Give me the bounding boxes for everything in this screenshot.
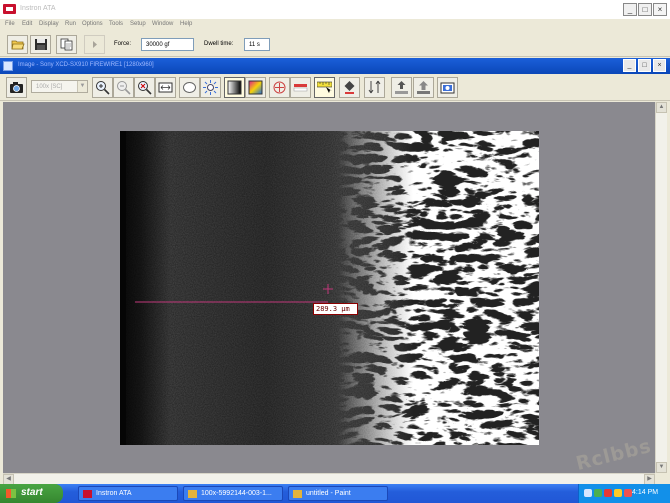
save-icon [35, 39, 47, 50]
menu-edit[interactable]: Edit [22, 21, 32, 27]
menu-window[interactable]: Window [152, 21, 173, 27]
line-measure-icon [293, 84, 308, 92]
image-minimize-icon[interactable]: _ [623, 59, 636, 72]
dwell-time-label: Dwell time: [204, 41, 234, 47]
vertical-scrollbar[interactable]: ▲ ▼ [655, 102, 667, 473]
shield-icon[interactable] [614, 489, 622, 497]
paint-task-icon [188, 490, 197, 498]
capture-button[interactable] [6, 77, 27, 98]
open-folder-icon [11, 40, 25, 50]
camera-icon [10, 82, 23, 93]
snapshot-button[interactable] [437, 77, 458, 98]
fill-tool-button[interactable] [339, 77, 360, 98]
image-close-icon[interactable]: × [653, 59, 666, 72]
menu-display[interactable]: Display [39, 21, 59, 27]
security-icon[interactable] [594, 489, 602, 497]
export-icon [395, 81, 408, 94]
app-title: Instron ATA [20, 5, 56, 12]
zoom-out-button[interactable] [113, 77, 134, 98]
save-button[interactable] [30, 35, 51, 54]
import-icon [417, 81, 430, 94]
start-button[interactable]: start [0, 484, 63, 503]
task-paint[interactable]: untitled - Paint [288, 486, 388, 501]
grayscale-icon [227, 80, 242, 95]
update-icon[interactable] [624, 489, 632, 497]
dwell-time-field[interactable]: 11 s [244, 38, 270, 51]
zoom-reset-button[interactable] [134, 77, 155, 98]
image-window-title-bar: Image - Sony XCD-SX910 FIREWIRE1 [1280x9… [0, 58, 670, 74]
line-measure-button[interactable] [290, 77, 311, 98]
task-label: untitled - Paint [306, 490, 351, 497]
brightness-button[interactable] [200, 77, 221, 98]
copy-icon [60, 38, 73, 51]
fit-width-button[interactable] [155, 77, 176, 98]
taskbar: start Instron ATA 100x-5992144-003-1... … [0, 484, 670, 503]
task-instron[interactable]: Instron ATA [78, 486, 178, 501]
menu-run[interactable]: Run [65, 21, 76, 27]
zoom-in-button[interactable] [92, 77, 113, 98]
paint-task-icon [293, 490, 302, 498]
micrograph-image[interactable] [120, 131, 539, 445]
snapshot-icon [440, 82, 455, 94]
main-toolbar: Force: 30000 gf Dwell time: 11 s [0, 32, 670, 57]
zoom-reset-icon [138, 81, 152, 95]
alert-icon[interactable] [604, 489, 612, 497]
arrow-measure-icon [368, 80, 381, 94]
menu-setup[interactable]: Setup [130, 21, 146, 27]
zoom-in-icon [96, 81, 110, 95]
force-label: Force: [114, 41, 132, 47]
windows-flag-icon [6, 489, 16, 498]
crosshair-button[interactable] [269, 77, 290, 98]
instron-task-icon [83, 490, 92, 498]
measurement-label: 289.3 µm [313, 303, 358, 315]
minimize-icon[interactable]: _ [623, 3, 637, 16]
menu-options[interactable]: Options [82, 21, 103, 27]
task-label: Instron ATA [96, 490, 132, 497]
scroll-up-icon[interactable]: ▲ [656, 102, 667, 113]
export-button[interactable] [391, 77, 412, 98]
zoom-select[interactable]: 100x [SC] ▼ [31, 80, 88, 93]
ellipse-icon [183, 82, 196, 93]
play-icon [93, 41, 97, 48]
instron-logo-icon [3, 4, 16, 14]
task-label: 100x-5992144-003-1... [201, 490, 272, 497]
run-button[interactable] [84, 35, 105, 54]
zoom-select-value: 100x [SC] [36, 84, 63, 90]
ruler-icon [317, 81, 332, 93]
network-icon[interactable] [584, 489, 592, 497]
image-toolbar [0, 74, 670, 101]
menu-file[interactable]: File [5, 21, 15, 27]
image-window-icon [3, 61, 13, 71]
chevron-down-icon[interactable]: ▼ [77, 81, 87, 92]
menu-bar: File Edit Display Run Options Tools Setu… [0, 19, 670, 30]
copy-button[interactable] [56, 35, 77, 54]
arrow-measure-button[interactable] [364, 77, 385, 98]
menu-tools[interactable]: Tools [109, 21, 123, 27]
force-field[interactable]: 30000 gf [141, 38, 194, 51]
horizontal-scrollbar[interactable]: ◀ ▶ [3, 473, 655, 485]
task-image[interactable]: 100x-5992144-003-1... [183, 486, 283, 501]
image-window-title: Image - Sony XCD-SX910 FIREWIRE1 [1280x9… [18, 62, 154, 68]
app-title-bar: Instron ATA _ □ × [0, 0, 670, 19]
zoom-out-icon [117, 81, 131, 95]
start-label: start [21, 487, 43, 498]
ellipse-tool-button[interactable] [179, 77, 200, 98]
clock: 4:14 PM [632, 489, 659, 496]
grayscale-button[interactable] [224, 77, 245, 98]
menu-help[interactable]: Help [180, 21, 192, 27]
crosshair-icon [273, 81, 286, 94]
open-button[interactable] [7, 35, 28, 54]
fill-icon [344, 81, 355, 94]
import-button[interactable] [413, 77, 434, 98]
image-maximize-icon[interactable]: □ [638, 59, 651, 72]
color-icon [248, 80, 263, 95]
fit-width-icon [158, 82, 173, 93]
brightness-icon [203, 80, 218, 95]
color-map-button[interactable] [245, 77, 266, 98]
ruler-tool-button[interactable] [314, 77, 335, 98]
maximize-icon[interactable]: □ [638, 3, 652, 16]
close-icon[interactable]: × [653, 3, 667, 16]
